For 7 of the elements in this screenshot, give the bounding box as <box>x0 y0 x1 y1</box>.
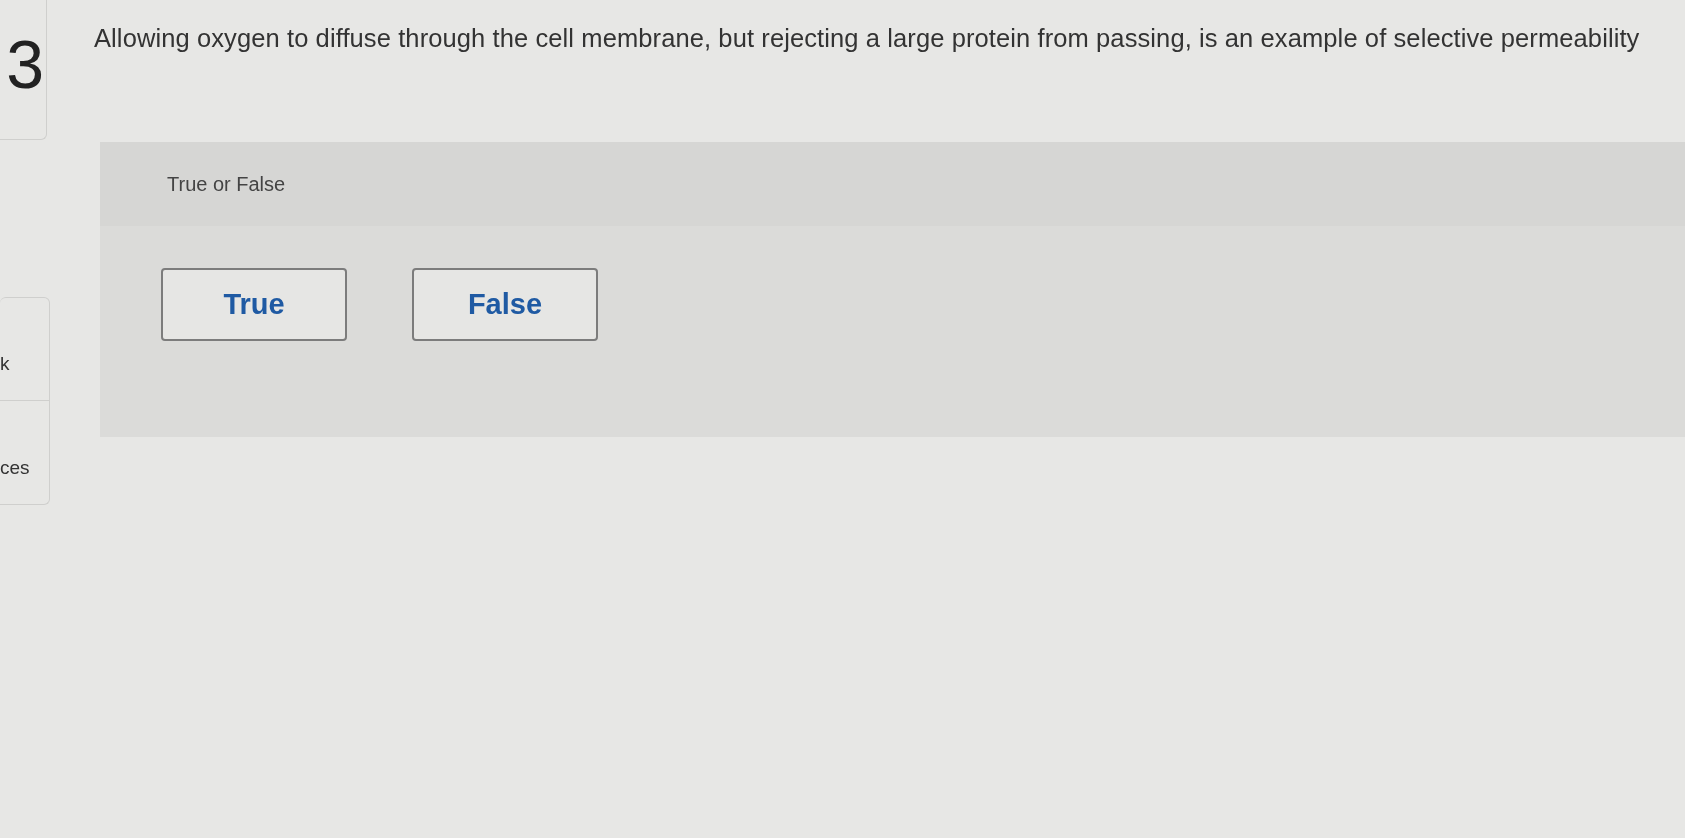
sidebar-item[interactable]: k <box>0 297 50 401</box>
answer-option-button[interactable]: True <box>161 268 347 341</box>
question-number: 3 <box>0 0 47 140</box>
answer-option-button[interactable]: False <box>412 268 598 341</box>
sidebar-item[interactable]: ces <box>0 401 50 505</box>
question-type-label: True or False <box>167 172 286 197</box>
question-text: Allowing oxygen to diffuse through the cell membrane, but rejecting a large protein from passing, is an example of selective permeability <box>94 23 1641 53</box>
